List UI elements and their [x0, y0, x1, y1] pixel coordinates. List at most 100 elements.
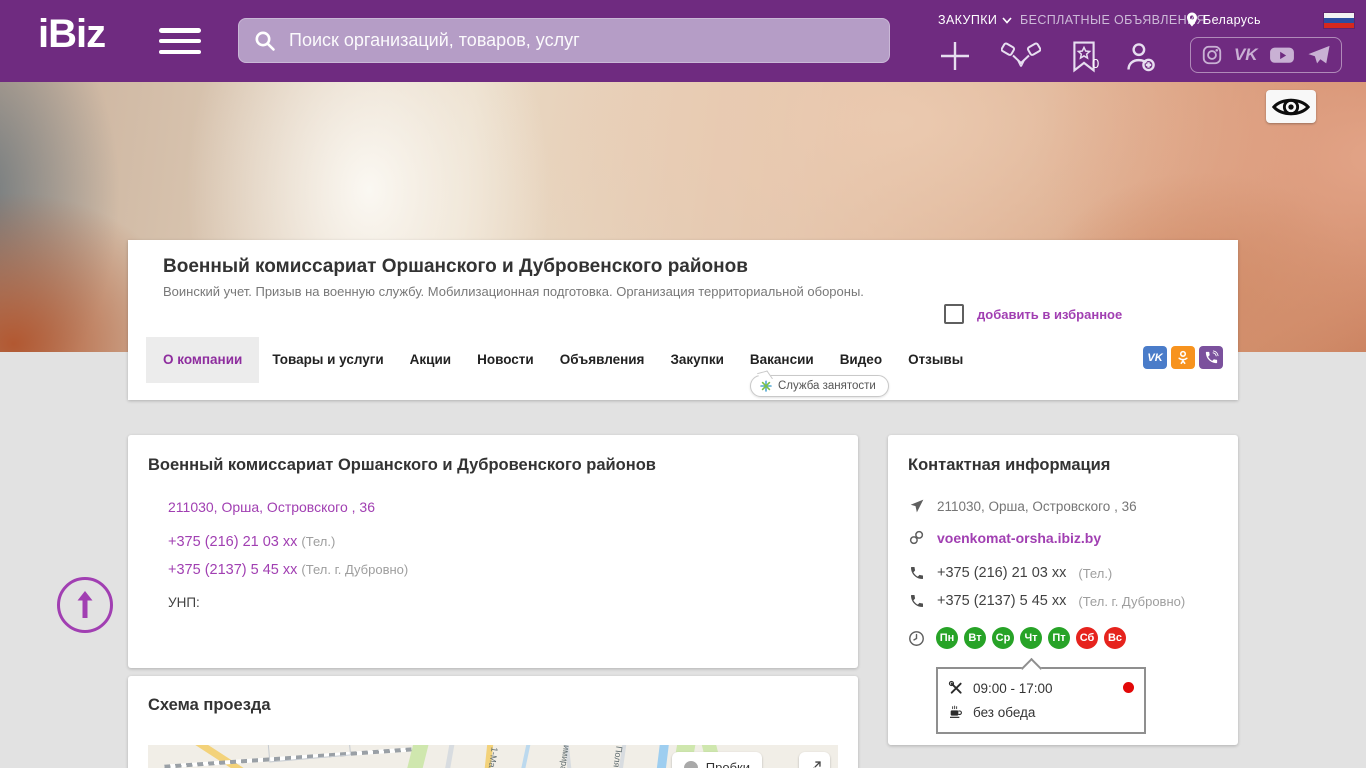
- phone-icon: [908, 565, 925, 581]
- map-river: [512, 745, 532, 768]
- day-badge-mon[interactable]: Пн: [936, 627, 958, 649]
- day-badge-wed[interactable]: Ср: [992, 627, 1014, 649]
- add-company-button[interactable]: [937, 38, 973, 74]
- header: iBiz ЗАКУПКИ БЕСПЛАТНЫЕ ОБЪЯВЛЕНИЯ Белар…: [0, 0, 1366, 82]
- about-company-card: Военный комиссариат Оршанского и Дуброве…: [128, 435, 858, 668]
- accessibility-eye-button[interactable]: [1266, 90, 1316, 123]
- contact-phone-2-note: (Тел. г. Дубровно): [1078, 594, 1185, 609]
- about-phone-2[interactable]: +375 (2137) 5 45 xx (Тел. г. Дубровно): [168, 562, 408, 578]
- search-input[interactable]: [287, 29, 889, 52]
- eye-icon: [1272, 95, 1310, 119]
- search-bar: [238, 18, 890, 63]
- coffee-cup-icon: [948, 704, 964, 720]
- employment-service-label: Служба занятости: [778, 380, 876, 392]
- directions-title: Схема проезда: [148, 696, 271, 715]
- signup-button[interactable]: [1122, 38, 1160, 76]
- day-badge-thu[interactable]: Чт: [1020, 627, 1042, 649]
- day-badge-tue[interactable]: Вт: [964, 627, 986, 649]
- lunch-note: без обеда: [973, 705, 1035, 720]
- handshake-icon: [1001, 40, 1041, 72]
- plus-icon: [938, 39, 972, 73]
- contact-phone-2-row: +375 (2137) 5 45 xx (Тел. г. Дубровно): [908, 593, 1185, 609]
- company-social-links: VK: [1143, 346, 1223, 369]
- contact-address: 211030, Орша, Островского , 36: [937, 499, 1137, 514]
- closed-now-indicator: [1123, 682, 1134, 693]
- tab-reviews[interactable]: Отзывы: [895, 337, 976, 383]
- scroll-to-top-button[interactable]: [57, 577, 113, 633]
- chevron-down-icon: [1002, 17, 1012, 24]
- odnoklassniki-page-button[interactable]: [1171, 346, 1195, 369]
- map-canvas[interactable]: 1-Мая имира Поля М. Пробки: [148, 745, 838, 768]
- tab-procurement[interactable]: Закупки: [657, 337, 736, 383]
- contact-phone-1-note: (Тел.): [1078, 566, 1112, 581]
- company-subtitle: Воинский учет. Призыв на военную службу.…: [163, 284, 864, 299]
- traffic-light-icon: [684, 761, 698, 768]
- add-user-icon: [1124, 40, 1158, 74]
- company-header-card: Военный комиссариат Оршанского и Дуброве…: [128, 240, 1238, 400]
- directions-card: Схема проезда 1-Мая имира Поля М. Пробки: [128, 676, 858, 768]
- youtube-icon[interactable]: [1268, 44, 1296, 66]
- search-icon: [253, 29, 277, 53]
- working-days-row: Пн Вт Ср Чт Пт Сб Вс: [908, 627, 1126, 649]
- vk-page-button[interactable]: VK: [1143, 346, 1167, 369]
- phone-icon: [908, 593, 925, 609]
- about-phone-2-note: (Тел. г. Дубровно): [301, 562, 408, 577]
- tools-icon: [948, 680, 964, 696]
- traffic-button[interactable]: Пробки: [672, 752, 762, 768]
- working-hours-tooltip: 09:00 - 17:00 без обеда: [936, 667, 1146, 734]
- employment-service-icon: [760, 380, 772, 392]
- menu-button[interactable]: [159, 28, 201, 54]
- day-badge-sat[interactable]: Сб: [1076, 627, 1098, 649]
- tab-ads[interactable]: Объявления: [547, 337, 658, 383]
- tab-news[interactable]: Новости: [464, 337, 547, 383]
- map-block: [267, 745, 351, 763]
- map-street: [437, 745, 456, 768]
- day-badge-fri[interactable]: Пт: [1048, 627, 1070, 649]
- favorite-label: добавить в избранное: [977, 307, 1122, 322]
- telegram-icon[interactable]: [1307, 44, 1331, 66]
- clock-icon: [908, 630, 925, 647]
- favorites-button[interactable]: 0: [1063, 38, 1105, 76]
- day-badge-sun[interactable]: Вс: [1104, 627, 1126, 649]
- contact-phone-1-row: +375 (216) 21 03 xx (Тел.): [908, 565, 1112, 581]
- contact-phone-1[interactable]: +375 (216) 21 03 xx: [937, 565, 1066, 581]
- traffic-label: Пробки: [706, 760, 750, 768]
- employment-service-tooltip[interactable]: Служба занятости: [750, 375, 889, 397]
- partners-button[interactable]: [1000, 38, 1042, 74]
- about-title: Военный комиссариат Оршанского и Дуброве…: [148, 456, 656, 475]
- region-selector[interactable]: Беларусь: [1186, 12, 1261, 27]
- ok-icon: [1175, 349, 1191, 366]
- contact-phone-2[interactable]: +375 (2137) 5 45 xx: [937, 593, 1066, 609]
- map-fullscreen-button[interactable]: [799, 752, 830, 768]
- nav-free-ads[interactable]: БЕСПЛАТНЫЕ ОБЪЯВЛЕНИЯ: [1020, 13, 1206, 27]
- working-hours: 09:00 - 17:00: [973, 681, 1053, 696]
- lunch-row: без обеда: [948, 700, 1134, 724]
- contact-website-row: voenkomat-orsha.ibiz.by: [908, 529, 1101, 546]
- contact-title: Контактная информация: [908, 456, 1110, 475]
- navigation-arrow-icon: [908, 498, 925, 514]
- language-flag-russian[interactable]: [1324, 13, 1354, 28]
- favorite-checkbox[interactable]: [944, 304, 964, 324]
- map-street-label: 1-Мая: [486, 746, 499, 768]
- unp-label: УНП:: [168, 595, 200, 610]
- logo[interactable]: iBiz: [38, 12, 105, 57]
- vk-icon[interactable]: VK: [1234, 45, 1258, 65]
- contact-info-card: Контактная информация 211030, Орша, Остр…: [888, 435, 1238, 745]
- nav-procurement[interactable]: ЗАКУПКИ: [938, 13, 1012, 27]
- favorites-count: 0: [1092, 56, 1099, 71]
- add-to-favorites[interactable]: добавить в избранное: [944, 304, 1122, 324]
- location-pin-icon: [1186, 12, 1198, 27]
- contact-website-link[interactable]: voenkomat-orsha.ibiz.by: [937, 530, 1101, 546]
- menu-icon: [159, 28, 201, 33]
- viber-button[interactable]: [1199, 346, 1223, 369]
- about-address-link[interactable]: 211030, Орша, Островского , 36: [168, 499, 375, 515]
- tab-about[interactable]: О компании: [146, 337, 259, 383]
- tab-promotions[interactable]: Акции: [397, 337, 464, 383]
- up-arrow-icon: [74, 590, 96, 620]
- tab-products[interactable]: Товары и услуги: [259, 337, 396, 383]
- about-phone-1[interactable]: +375 (216) 21 03 xx (Тел.): [168, 534, 335, 550]
- link-icon: [908, 529, 925, 546]
- viber-phone-icon: [1204, 350, 1219, 365]
- instagram-icon[interactable]: [1201, 44, 1223, 66]
- map-river: [651, 745, 670, 768]
